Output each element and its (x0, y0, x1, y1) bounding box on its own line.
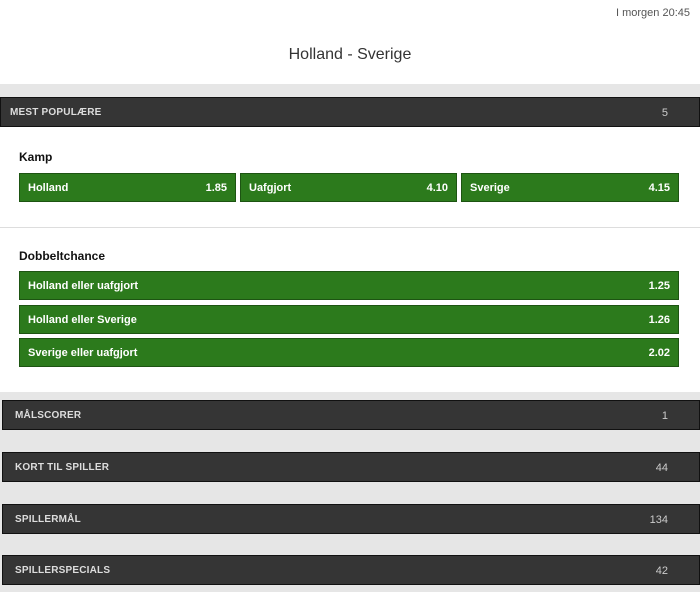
odds-value: 1.85 (205, 182, 227, 194)
section-malscorer[interactable]: MÅLSCORER 1 (2, 400, 700, 430)
odds-value: 4.10 (426, 182, 448, 194)
odds-value: 4.15 (648, 182, 670, 194)
odds-button-sverige[interactable]: Sverige 4.15 (461, 173, 679, 202)
odds-button-holland-eller-uafgjort[interactable]: Holland eller uafgjort 1.25 (19, 271, 679, 300)
odds-button-sverige-eller-uafgjort[interactable]: Sverige eller uafgjort 2.02 (19, 338, 679, 367)
section-count: 42 (655, 565, 668, 577)
group-divider (0, 227, 700, 228)
odds-button-holland[interactable]: Holland 1.85 (19, 173, 236, 202)
section-kort-til-spiller[interactable]: KORT TIL SPILLER 44 (2, 452, 700, 482)
section-count: 1 (661, 410, 668, 422)
group-title-kamp: Kamp (19, 150, 53, 164)
odds-label: Uafgjort (249, 182, 292, 194)
odds-value: 1.26 (648, 314, 670, 326)
section-most-popular[interactable]: MEST POPULÆRE 5 (0, 97, 700, 127)
section-count: 5 (661, 107, 668, 119)
odds-label: Holland eller Sverige (28, 314, 137, 326)
section-label: MÅLSCORER (15, 410, 82, 421)
odds-value: 1.25 (648, 280, 670, 292)
odds-label: Holland eller uafgjort (28, 280, 139, 292)
section-label: SPILLERSPECIALS (15, 565, 111, 576)
odds-button-holland-eller-sverige[interactable]: Holland eller Sverige 1.26 (19, 305, 679, 334)
section-spillermal[interactable]: SPILLERMÅL 134 (2, 504, 700, 534)
section-label: KORT TIL SPILLER (15, 462, 110, 473)
most-popular-panel: Kamp Holland 1.85 Uafgjort 4.10 Sverige … (0, 127, 700, 392)
section-label: MEST POPULÆRE (10, 107, 102, 118)
section-count: 44 (655, 462, 668, 474)
odds-label: Sverige (470, 182, 510, 194)
event-header: I morgen 20:45 Holland - Sverige (0, 0, 700, 84)
odds-value: 2.02 (648, 347, 670, 359)
section-count: 134 (649, 514, 668, 526)
section-spillerspecials[interactable]: SPILLERSPECIALS 42 (2, 555, 700, 585)
odds-label: Sverige eller uafgjort (28, 347, 138, 359)
match-title: Holland - Sverige (288, 46, 412, 63)
section-label: SPILLERMÅL (15, 514, 81, 525)
group-title-dobbeltchance: Dobbeltchance (19, 249, 106, 263)
odds-button-uafgjort[interactable]: Uafgjort 4.10 (240, 173, 457, 202)
event-time: I morgen 20:45 (616, 7, 690, 19)
odds-label: Holland (28, 182, 69, 194)
